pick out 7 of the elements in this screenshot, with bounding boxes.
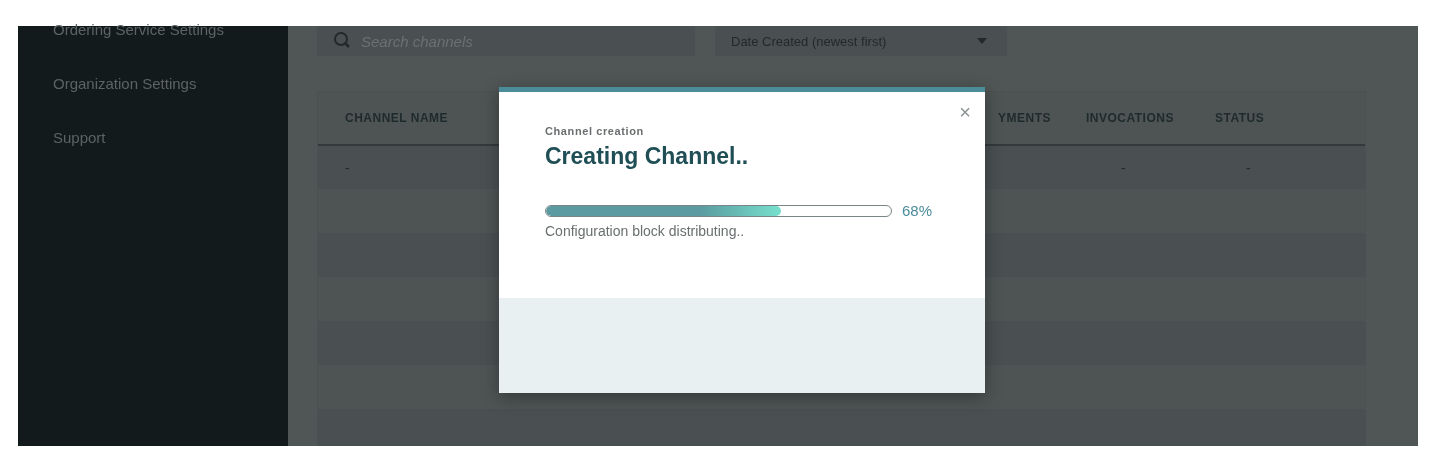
progress-percentage: 68% (902, 202, 933, 219)
dialog-title: Creating Channel.. (545, 143, 750, 170)
progress-message: Configuration block distributing.. (545, 223, 746, 239)
table-cell-text: - (1245, 159, 1252, 176)
table-cell-text: - (1120, 159, 1127, 176)
table-cell-text: - (344, 159, 351, 176)
dialog-subtitle: Channel creation (545, 125, 645, 137)
